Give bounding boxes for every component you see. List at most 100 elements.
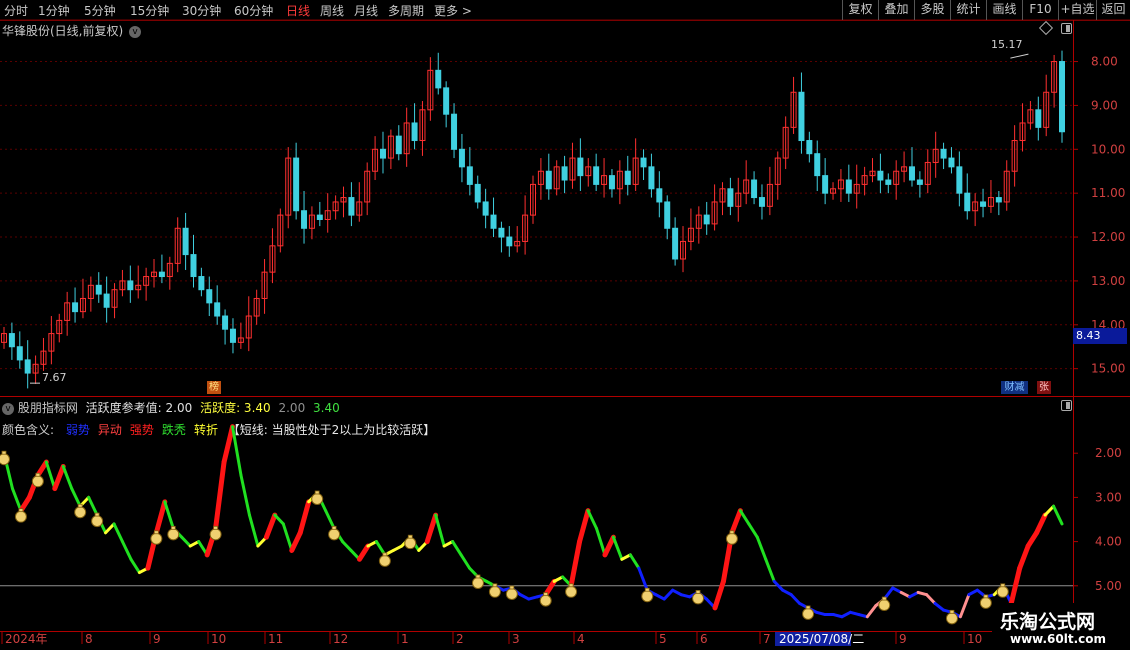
candle-body bbox=[435, 69, 442, 89]
candle-body bbox=[395, 135, 402, 155]
zhang-badge[interactable]: 张 bbox=[1037, 381, 1051, 394]
money-bag-tie bbox=[492, 583, 498, 588]
money-bag-icon bbox=[31, 475, 44, 488]
watermark: 乐淘公式网 www.60lt.com bbox=[992, 603, 1130, 650]
money-bag-icon bbox=[378, 554, 391, 567]
time-axis-label: 10 bbox=[967, 632, 982, 646]
candle-body bbox=[214, 302, 221, 317]
money-bag-icon bbox=[725, 532, 738, 545]
activity-segment bbox=[738, 509, 751, 526]
money-bag-tie bbox=[729, 530, 735, 535]
candle-body bbox=[561, 166, 568, 181]
time-axis-label: 1 bbox=[401, 632, 409, 646]
candle-body bbox=[293, 157, 300, 212]
activity-segment bbox=[247, 513, 260, 548]
money-bag-tie bbox=[543, 592, 549, 597]
money-bag-icon bbox=[404, 537, 417, 550]
candle-body bbox=[482, 201, 489, 216]
candle-body bbox=[127, 280, 134, 291]
activity-segment bbox=[289, 530, 303, 553]
legend-item-1: 异动 bbox=[97, 423, 122, 437]
time-axis-label: 6 bbox=[700, 632, 708, 646]
candle-body bbox=[727, 188, 734, 207]
candle-body bbox=[198, 276, 205, 291]
chevron-down-icon[interactable]: v bbox=[129, 25, 142, 38]
indicator-tick-label: 3.00 bbox=[1095, 490, 1122, 504]
activity-segment bbox=[586, 509, 598, 530]
candle-body bbox=[182, 227, 189, 256]
legend-item-2: 强势 bbox=[129, 423, 154, 437]
candle-body bbox=[648, 166, 655, 190]
candle-body bbox=[608, 175, 615, 190]
candle-body bbox=[624, 170, 631, 185]
money-bag-tie bbox=[331, 525, 337, 530]
money-bag-icon bbox=[14, 510, 27, 523]
bang-badge[interactable]: 榜 bbox=[207, 381, 221, 394]
current-price-badge: 8.43 bbox=[1073, 328, 1127, 344]
activity-segment bbox=[239, 473, 251, 517]
price-tick-label: 8.00 bbox=[1091, 55, 1118, 69]
candle-body bbox=[451, 113, 458, 150]
activity-segment bbox=[577, 508, 591, 545]
activity-segment bbox=[662, 588, 675, 601]
candle-body bbox=[1035, 109, 1042, 128]
money-bag-tie bbox=[881, 596, 887, 601]
money-bag-tie bbox=[213, 525, 219, 530]
activity-segment bbox=[611, 535, 624, 561]
activity-segment bbox=[434, 513, 446, 548]
candle-body bbox=[498, 227, 505, 238]
money-bag-icon bbox=[505, 588, 518, 601]
activity-segment bbox=[729, 508, 743, 536]
activity-segment bbox=[789, 593, 802, 605]
money-bag-tie bbox=[475, 574, 481, 579]
money-bag-icon bbox=[488, 585, 501, 598]
candle-body bbox=[316, 214, 323, 221]
candle-body bbox=[1059, 61, 1065, 133]
candle-body bbox=[16, 346, 23, 361]
activity-segment bbox=[925, 593, 937, 605]
watermark-name: 乐淘公式网 bbox=[1000, 611, 1096, 633]
activity-segment bbox=[104, 522, 116, 535]
activity-segment bbox=[755, 535, 768, 561]
time-axis-label: 7 bbox=[763, 632, 771, 646]
candle-body bbox=[916, 179, 923, 185]
activity-segment bbox=[865, 604, 878, 619]
candle-body bbox=[995, 197, 1002, 203]
legend-item-0: 弱势 bbox=[65, 423, 90, 437]
activity-segment bbox=[87, 495, 99, 517]
candle-body bbox=[577, 157, 584, 177]
candle-body bbox=[348, 197, 355, 216]
money-bag-tie bbox=[805, 605, 811, 610]
activity-segment bbox=[356, 543, 371, 562]
main-chart-header: 华锋股份(日线,前复权) v bbox=[2, 22, 142, 39]
time-axis-label: 8 bbox=[85, 632, 93, 646]
activity-segment bbox=[1017, 543, 1031, 571]
activity-segment bbox=[424, 512, 439, 545]
candle-body bbox=[458, 148, 465, 168]
activity-segment bbox=[273, 513, 285, 526]
panel-toggle-icon[interactable] bbox=[1061, 400, 1072, 411]
green-value: 3.40 bbox=[313, 401, 340, 415]
activity-segment bbox=[933, 601, 946, 612]
activity-segment bbox=[163, 500, 175, 530]
indicator-tick-label: 2.00 bbox=[1095, 446, 1122, 460]
chevron-down-icon[interactable]: v bbox=[2, 402, 14, 415]
chart-canvas: 15.00 1 4.00 13.00 12.00 11.00 10.00 9.00 8.00 5.… bbox=[0, 20, 1130, 650]
money-bag-icon bbox=[692, 592, 705, 605]
time-axis-label: 10 bbox=[211, 632, 226, 646]
activity-segment bbox=[459, 553, 472, 570]
grey-value: 2.00 bbox=[278, 401, 306, 415]
candle-body bbox=[798, 91, 805, 142]
candle-body bbox=[877, 170, 884, 181]
candle-body bbox=[72, 302, 79, 313]
money-bag-tie bbox=[170, 525, 176, 530]
activity-segment bbox=[10, 487, 23, 513]
caijian-badge[interactable]: 财减 bbox=[1001, 381, 1028, 394]
activity-segment bbox=[213, 459, 227, 531]
panel-toggle-icon[interactable] bbox=[1061, 23, 1072, 34]
high-price-marker: 15.17 bbox=[991, 38, 1023, 51]
color-legend: 颜色含义: 弱势 异动 强势 跌秃 转折 【短线: 当股性处于2以上为比较活跃】 bbox=[2, 421, 435, 438]
money-bag-icon bbox=[641, 590, 654, 603]
candle-body bbox=[940, 148, 947, 159]
money-bag-tie bbox=[407, 534, 413, 539]
